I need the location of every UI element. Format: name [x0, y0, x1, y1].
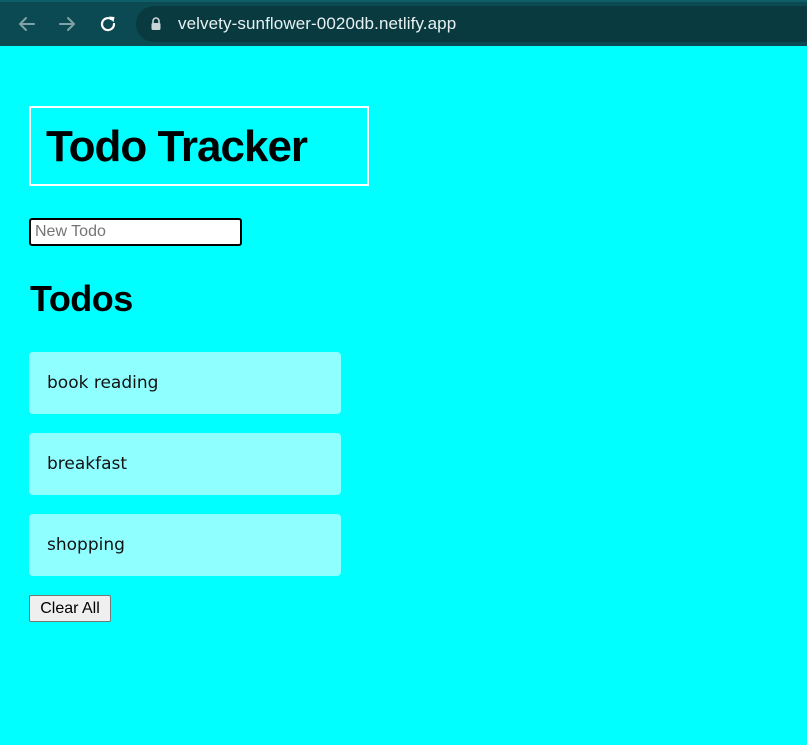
arrow-left-icon	[19, 17, 35, 31]
reload-icon	[100, 16, 116, 32]
clear-all-button[interactable]: Clear All	[29, 595, 111, 622]
address-bar[interactable]: velvety-sunflower-0020db.netlify.app	[136, 6, 807, 42]
lock-icon	[151, 17, 161, 30]
page-content: Todo Tracker Todos book reading breakfas…	[0, 46, 807, 745]
todo-list: book reading breakfast shopping	[29, 352, 341, 595]
url-text: velvety-sunflower-0020db.netlify.app	[178, 14, 457, 33]
new-todo-input[interactable]	[29, 218, 242, 246]
todo-item-breakfast[interactable]: breakfast	[29, 433, 341, 495]
back-button[interactable]	[14, 11, 40, 37]
title-box: Todo Tracker	[29, 106, 369, 186]
todo-item-book-reading[interactable]: book reading	[29, 352, 341, 414]
todo-item-shopping[interactable]: shopping	[29, 514, 341, 576]
reload-button[interactable]	[95, 11, 121, 37]
arrow-right-icon	[59, 17, 75, 31]
forward-button[interactable]	[54, 11, 80, 37]
todos-heading: Todos	[30, 278, 133, 319]
browser-toolbar: velvety-sunflower-0020db.netlify.app	[0, 0, 807, 46]
page-title: Todo Tracker	[46, 122, 308, 171]
